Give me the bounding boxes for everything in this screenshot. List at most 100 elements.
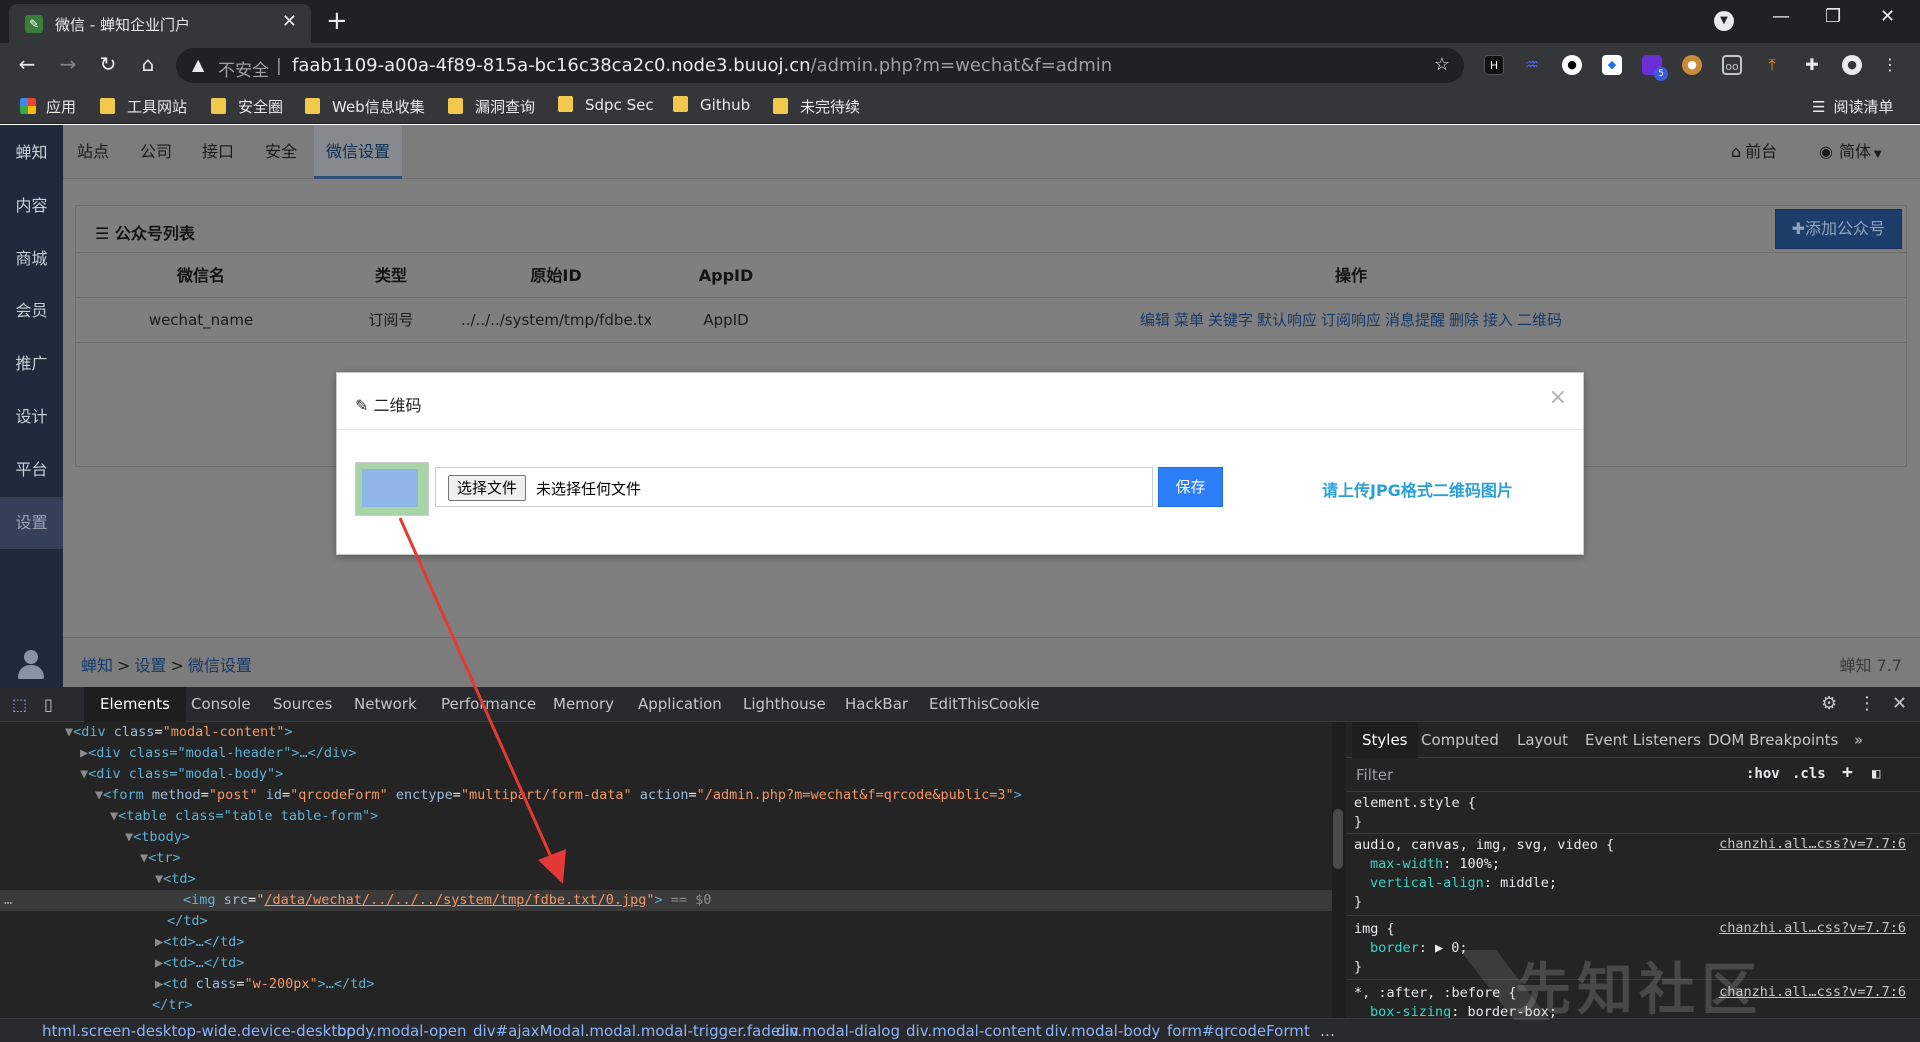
delete-link[interactable]: 删除 (1449, 311, 1479, 329)
rule-property[interactable]: vertical-align: middle; (1346, 874, 1920, 893)
toggle-sidebar-icon[interactable]: ◧ (1872, 766, 1880, 782)
crumb-settings[interactable]: 设置 (134, 656, 166, 675)
inspect-element-icon[interactable]: ⬚ (12, 695, 27, 714)
edit-link[interactable]: 编辑 (1140, 311, 1170, 329)
devtools-tab-performance[interactable]: Performance (441, 687, 536, 722)
tab-site[interactable]: 站点 (65, 125, 121, 179)
new-rule-icon[interactable]: + (1842, 762, 1853, 783)
bookmark-folder[interactable]: 漏洞查询 (448, 96, 535, 117)
message-alert-link[interactable]: 消息提醒 (1385, 311, 1445, 329)
url-text[interactable]: faab1109-a00a-4f89-815a-bc16c38ca2c0.nod… (292, 55, 1112, 76)
dom-crumb[interactable]: html.screen-desktop-wide.device-desktop (42, 1019, 356, 1042)
bookmark-folder[interactable]: Github (673, 96, 750, 114)
cls-toggle[interactable]: .cls (1792, 766, 1826, 782)
dom-crumb[interactable]: body.modal-open (337, 1019, 467, 1042)
bookmark-folder[interactable]: Sdpc Sec (558, 96, 654, 114)
browser-tab[interactable]: ✎ 微信 - 蝉知企业门户 ✕ (9, 4, 311, 43)
qrcode-link[interactable]: 二维码 (1517, 311, 1562, 329)
tab-layout[interactable]: Layout (1517, 722, 1568, 758)
rule-selector[interactable]: element.style { (1346, 794, 1920, 813)
reading-list[interactable]: ☰ 阅读清单 (1812, 96, 1893, 117)
file-input[interactable]: 选择文件 未选择任何文件 (435, 467, 1153, 507)
dom-node[interactable]: ▼<tr> (0, 848, 1332, 869)
bookmark-folder[interactable]: 未完待续 (773, 96, 860, 117)
crumb-home[interactable]: 蝉知 (81, 656, 113, 675)
devtools-tab-memory[interactable]: Memory (553, 687, 614, 722)
devtools-tab-application[interactable]: Application (638, 687, 722, 722)
sidebar-item-content[interactable]: 内容 (0, 192, 63, 216)
dom-crumb[interactable]: div.modal-dialog (776, 1019, 900, 1042)
sidebar-item-design[interactable]: 设计 (0, 403, 63, 427)
default-response-link[interactable]: 默认响应 (1257, 311, 1317, 329)
extension-upload-icon[interactable]: ⤒ (1762, 55, 1782, 75)
language-select[interactable]: ◉ 简体 ▼ (1819, 125, 1882, 179)
tab-security[interactable]: 安全 (253, 125, 309, 179)
dom-node-selected[interactable]: … <img src="/data/wechat/../../../system/… (0, 890, 1332, 911)
menu-link[interactable]: 菜单 (1174, 311, 1204, 329)
tab-search-icon[interactable]: ▼ (1714, 11, 1734, 31)
tab-interface[interactable]: 接口 (190, 125, 246, 179)
devtools-menu-icon[interactable]: ⋮ (1858, 693, 1876, 714)
sidebar-item-home[interactable]: 蝉知 (0, 139, 63, 163)
crumb-wechat[interactable]: 微信设置 (188, 656, 252, 675)
dom-node[interactable]: ▼<div class="modal-content"> (0, 722, 1332, 743)
dom-node[interactable]: ▶<td>…</td> (0, 953, 1332, 974)
frontend-link[interactable]: ⌂ 前台 (1731, 125, 1777, 179)
rule-source-link[interactable]: chanzhi.all…css?v=7.7:6 (1719, 920, 1906, 936)
panel-splitter[interactable] (1332, 722, 1346, 1018)
forward-icon[interactable]: → (55, 52, 81, 76)
insecure-label[interactable]: 不安全 (218, 56, 269, 81)
dom-node[interactable]: </td> (0, 911, 1332, 932)
integrate-link[interactable]: 接入 (1483, 311, 1513, 329)
bookmark-apps[interactable]: 应用 (20, 96, 76, 117)
extension-h-icon[interactable]: H (1484, 55, 1504, 75)
sidebar-item-promotion[interactable]: 推广 (0, 350, 63, 374)
sidebar-item-members[interactable]: 会员 (0, 297, 63, 321)
choose-file-button[interactable]: 选择文件 (448, 475, 527, 501)
rule-property[interactable]: max-width: 100%; (1346, 855, 1920, 874)
window-close-icon[interactable]: ✕ (1880, 6, 1895, 27)
dom-node[interactable]: ▶<td>…</td> (0, 932, 1332, 953)
tab-computed[interactable]: Computed (1421, 722, 1499, 758)
add-account-button[interactable]: ✚添加公众号 (1774, 209, 1902, 249)
dom-scrollbar[interactable] (1333, 809, 1343, 869)
extension-blue-icon[interactable]: ◆ (1602, 55, 1622, 75)
bookmark-folder[interactable]: 工具网站 (100, 96, 187, 117)
styles-filter[interactable]: Filter :hov .cls + ◧ (1346, 758, 1920, 792)
filter-input[interactable]: Filter (1356, 766, 1393, 784)
devtools-tab-sources[interactable]: Sources (273, 687, 332, 722)
more-tabs-icon[interactable]: » (1854, 722, 1863, 758)
browser-menu-icon[interactable]: ⋮ (1880, 55, 1900, 75)
new-tab-icon[interactable]: + (326, 6, 348, 36)
sidebar-item-shop[interactable]: 商城 (0, 245, 63, 269)
dom-node[interactable]: ▼<table class="table table-form"> (0, 806, 1332, 827)
devtools-tab-elements[interactable]: Elements (84, 687, 186, 722)
dom-crumb[interactable]: div.modal-content (906, 1019, 1042, 1042)
dom-node[interactable]: ▼<tbody> (0, 827, 1332, 848)
extension-glasses-icon[interactable]: oo (1722, 55, 1742, 75)
more-icon[interactable]: … (4, 890, 12, 911)
devtools-tab-network[interactable]: Network (354, 687, 417, 722)
address-bar[interactable]: ▲ 不安全 | faab1109-a00a-4f89-815a-bc16c38c… (176, 48, 1464, 83)
save-button[interactable]: 保存 (1158, 467, 1223, 507)
tab-company[interactable]: 公司 (128, 125, 184, 179)
dom-crumb[interactable]: t (1304, 1019, 1310, 1042)
rule-source-link[interactable]: chanzhi.all…css?v=7.7:6 (1719, 836, 1906, 852)
dom-node[interactable]: ▶<td class="w-200px">…</td> (0, 974, 1332, 995)
user-avatar-icon[interactable] (15, 648, 47, 680)
bookmark-folder[interactable]: Web信息收集 (305, 96, 425, 117)
minimize-icon[interactable]: — (1772, 6, 1790, 27)
img-src-link[interactable]: /data/wechat/../../../system/tmp/fdbe.tx… (264, 892, 646, 908)
devtools-tab-hackbar[interactable]: HackBar (845, 687, 908, 722)
reload-icon[interactable]: ↻ (95, 52, 121, 76)
extension-purple-icon[interactable]: 5 (1642, 55, 1668, 81)
bookmark-folder[interactable]: 安全圈 (211, 96, 283, 117)
devtools-settings-icon[interactable]: ⚙ (1821, 693, 1837, 714)
dom-crumb[interactable]: div.modal-body (1045, 1019, 1160, 1042)
keyword-link[interactable]: 关键字 (1208, 311, 1253, 329)
subscribe-response-link[interactable]: 订阅响应 (1321, 311, 1381, 329)
restore-icon[interactable]: ❐ (1825, 6, 1841, 27)
dom-crumb[interactable]: form#qrcodeForm (1167, 1019, 1304, 1042)
profile-icon[interactable]: ● (1842, 55, 1862, 75)
back-icon[interactable]: ← (14, 52, 40, 76)
